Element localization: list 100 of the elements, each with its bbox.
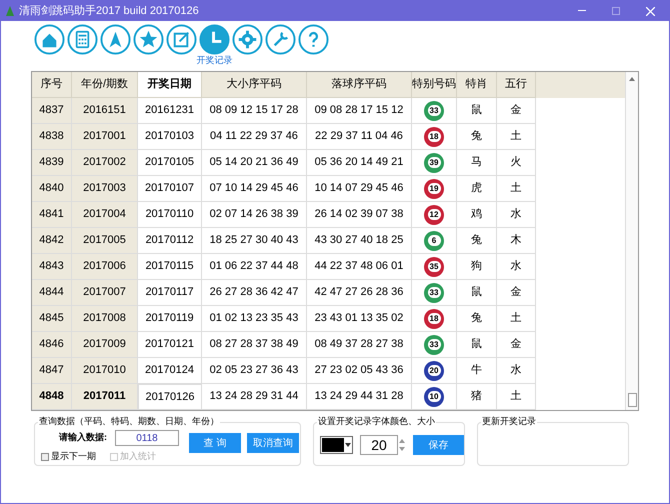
app-icon [5,5,15,17]
table-cell: 08 49 37 28 27 38 [307,332,412,358]
table-cell: 金 [497,332,536,358]
table-cell: 水 [497,358,536,384]
table-cell: 牛 [457,358,497,384]
table-cell: 20170117 [138,280,202,306]
table-cell: 金 [497,98,536,124]
table-cell: 2016151 [72,98,138,124]
table-cell: 27 23 02 05 43 36 [307,358,412,384]
table-cell: 2017004 [72,202,138,228]
table-cell: 4837 [32,98,72,124]
table-cell: 兔 [457,228,497,254]
table-cell: 2017006 [72,254,138,280]
settings-icon[interactable] [232,24,263,55]
table-cell: 20170107 [138,176,202,202]
table-cell: 23 43 01 13 35 02 [307,306,412,332]
table-cell: 土 [497,176,536,202]
table-cell: 火 [497,150,536,176]
column-header: 大小序平码 [202,72,307,98]
help-icon[interactable] [298,24,329,55]
table-cell: 木 [497,228,536,254]
table-cell: 05 36 20 14 49 21 [307,150,412,176]
table-cell: 43 30 27 40 18 25 [307,228,412,254]
group-title: 更新开奖记录 [481,415,537,427]
font-size-field[interactable]: 20 [360,435,398,455]
scroll-up-icon[interactable] [629,77,635,81]
toolbar-label: 开奖记录 [196,55,232,66]
search-button[interactable]: 查 询 [189,433,241,453]
table-cell: 兔 [457,306,497,332]
table-cell: 20170105 [138,150,202,176]
table-cell: 2017009 [72,332,138,358]
input-label: 请输入数据: [59,431,107,444]
table-cell: 20170126 [138,384,202,410]
minimize-icon [578,10,586,12]
table-cell: 10 14 07 29 45 46 [307,176,412,202]
save-button[interactable]: 保存 [413,435,464,455]
table-cell: 4847 [32,358,72,384]
table-cell: 20170121 [138,332,202,358]
table-cell: 2017007 [72,280,138,306]
calculator-icon[interactable] [67,24,98,55]
table-cell: 2017003 [72,176,138,202]
table-cell: 土 [497,306,536,332]
table-cell: 2017002 [72,150,138,176]
scrollbar[interactable] [625,72,638,410]
table-cell: 4846 [32,332,72,358]
table-cell: 虎 [457,176,497,202]
table-cell: 2017010 [72,358,138,384]
table-cell: 4844 [32,280,72,306]
table-cell: 02 05 23 27 36 43 [202,358,307,384]
table-cell: 4848 [32,384,72,410]
table-cell: 05 14 20 21 36 49 [202,150,307,176]
table-cell: 4841 [32,202,72,228]
table-cell: 04 11 22 29 37 46 [202,124,307,150]
table-cell: 42 47 27 26 28 36 [307,280,412,306]
table-cell: 26 14 02 39 07 38 [307,202,412,228]
table-cell: 20170115 [138,254,202,280]
table-cell: 08 27 28 37 38 49 [202,332,307,358]
color-dropdown[interactable] [320,436,353,454]
table-cell: 兔 [457,124,497,150]
table-cell: 2017001 [72,124,138,150]
clock-icon[interactable] [199,24,230,55]
table-cell: 猪 [457,384,497,410]
table-cell: 2017005 [72,228,138,254]
table-cell: 鼠 [457,332,497,358]
wrench-icon[interactable] [265,24,296,55]
table-cell: 22 29 37 11 04 46 [307,124,412,150]
group-title: 设置开奖记录字体颜色、大小 [317,415,436,427]
table-cell: 4838 [32,124,72,150]
table-cell: 20170103 [138,124,202,150]
home-icon[interactable] [34,24,65,55]
input-field[interactable]: 0118 [115,430,179,446]
table-cell: 4843 [32,254,72,280]
table-cell: 鼠 [457,98,497,124]
show-next-checkbox[interactable]: 显示下一期 [41,450,96,464]
table-cell: 44 22 37 48 06 01 [307,254,412,280]
table-cell: 20161231 [138,98,202,124]
edit-icon[interactable] [166,24,197,55]
close-icon [646,6,654,16]
table-cell: 4840 [32,176,72,202]
table-cell: 01 06 22 37 44 48 [202,254,307,280]
table-cell: 金 [497,280,536,306]
column-header: 特别号码 [412,72,457,98]
table-cell: 2017008 [72,306,138,332]
table-cell: 20170112 [138,228,202,254]
table-cell: 02 07 14 26 38 39 [202,202,307,228]
table-cell: 26 27 28 36 42 47 [202,280,307,306]
column-header: 特肖 [457,72,497,98]
table-cell: 08 09 12 15 17 28 [202,98,307,124]
scroll-thumb[interactable] [628,393,636,407]
column-header: 五行 [497,72,536,98]
table-cell: 鸡 [457,202,497,228]
table-cell: 13 24 28 29 31 44 [202,384,307,410]
table-cell: 4842 [32,228,72,254]
table-cell: 09 08 28 17 15 12 [307,98,412,124]
table-cell: 13 24 29 44 31 28 [307,384,412,410]
table-cell: 土 [497,124,536,150]
cancel-search-button[interactable]: 取消查询 [247,433,299,453]
column-header: 落球序平码 [307,72,412,98]
table-cell: 20170119 [138,306,202,332]
table-cell: 4839 [32,150,72,176]
